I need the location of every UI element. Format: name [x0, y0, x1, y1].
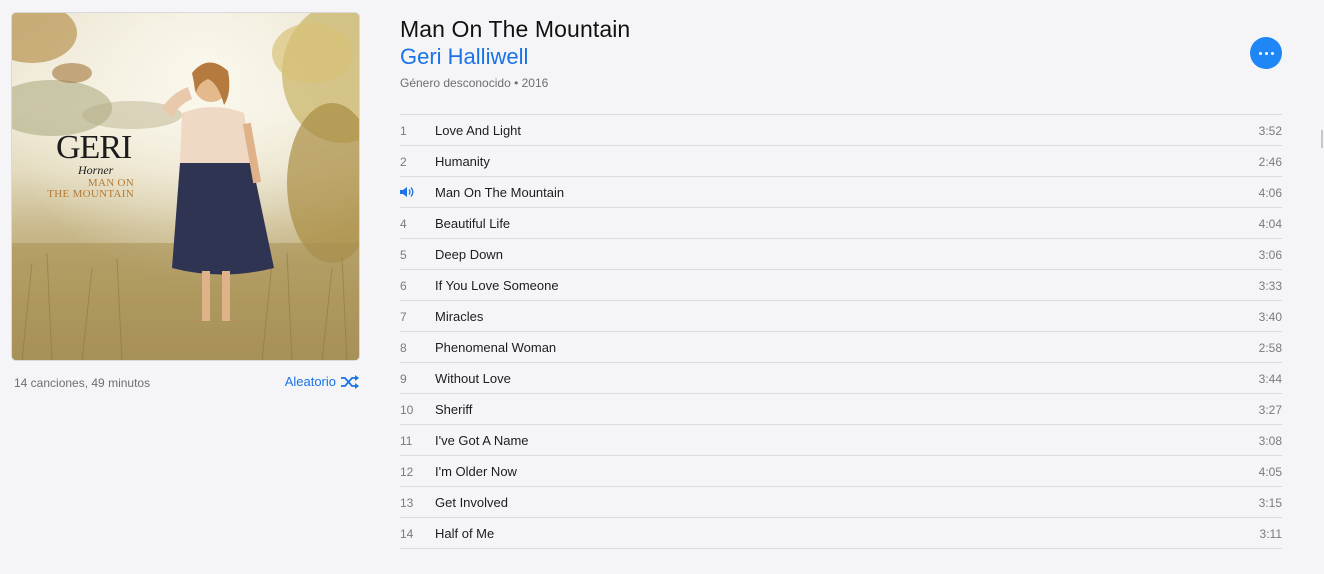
track-title: I'm Older Now [435, 464, 517, 479]
track-duration: 3:44 [1258, 372, 1282, 386]
album-page: GERI Horner MAN ON THE MOUNTAIN 14 canci… [0, 0, 1324, 574]
track-duration: 3:40 [1258, 310, 1282, 324]
track-number: 9 [400, 372, 407, 386]
track-duration: 3:27 [1258, 403, 1282, 417]
track-title: Deep Down [435, 247, 503, 262]
track-title: Without Love [435, 371, 511, 386]
track-number: 1 [400, 124, 407, 138]
track-title: Get Involved [435, 495, 508, 510]
more-options-icon [1258, 51, 1262, 55]
album-artwork[interactable]: GERI Horner MAN ON THE MOUNTAIN [11, 12, 360, 361]
track-title: Beautiful Life [435, 216, 511, 231]
more-options-button[interactable] [1250, 37, 1282, 69]
track-title: Sheriff [435, 402, 473, 417]
track-title: If You Love Someone [435, 278, 559, 293]
track-number: 7 [400, 310, 407, 324]
track-row[interactable]: Man On The Mountain 4:06 [400, 177, 1282, 208]
speaker-icon [400, 187, 414, 197]
track-number: 12 [400, 465, 414, 479]
track-row[interactable]: 1 Love And Light 3:52 [400, 115, 1282, 146]
track-count-summary: 14 canciones, 49 minutos [14, 376, 151, 390]
track-row[interactable]: 2 Humanity 2:46 [400, 146, 1282, 177]
more-options-dot [1264, 51, 1268, 55]
track-title: Phenomenal Woman [435, 340, 557, 355]
track-row[interactable]: 7 Miracles 3:40 [400, 301, 1282, 332]
artwork-logo-sub-2: THE MOUNTAIN [47, 188, 134, 200]
track-row[interactable]: 14 Half of Me 3:11 [400, 518, 1282, 549]
track-number: 6 [400, 279, 407, 293]
track-duration: 4:06 [1258, 186, 1282, 200]
track-duration: 3:08 [1258, 434, 1282, 448]
genre-year: Género desconocido • 2016 [400, 76, 549, 90]
track-number: 2 [400, 155, 407, 169]
track-row[interactable]: 8 Phenomenal Woman 2:58 [400, 332, 1282, 363]
track-duration: 3:06 [1258, 248, 1282, 262]
shuffle-button[interactable]: Aleatorio [285, 374, 360, 389]
track-title: Man On The Mountain [435, 185, 565, 200]
track-number: 4 [400, 217, 407, 231]
track-row[interactable]: 12 I'm Older Now 4:05 [400, 456, 1282, 487]
track-row[interactable]: 11 I've Got A Name 3:08 [400, 425, 1282, 456]
track-duration: 3:52 [1258, 124, 1282, 138]
track-title: Love And Light [435, 123, 522, 138]
track-title: Humanity [435, 154, 490, 169]
track-number: 5 [400, 248, 407, 262]
track-row[interactable]: 5 Deep Down 3:06 [400, 239, 1282, 270]
track-row[interactable]: 4 Beautiful Life 4:04 [400, 208, 1282, 239]
track-number: 14 [400, 527, 414, 541]
shuffle-label: Aleatorio [284, 374, 336, 389]
track-duration: 3:33 [1258, 279, 1282, 293]
track-duration: 4:04 [1258, 217, 1282, 231]
album-title: Man On The Mountain [400, 16, 631, 42]
shuffle-icon [341, 374, 359, 389]
track-title: Half of Me [435, 526, 495, 541]
track-row[interactable]: 9 Without Love 3:44 [400, 363, 1282, 394]
track-row[interactable]: 6 If You Love Someone 3:33 [400, 270, 1282, 301]
track-title: I've Got A Name [435, 433, 529, 448]
track-row[interactable]: 10 Sheriff 3:27 [400, 394, 1282, 425]
album-meta-row: 14 canciones, 49 minutos Aleatorio [14, 374, 360, 390]
scrollbar[interactable] [1321, 130, 1323, 148]
track-duration: 2:58 [1258, 341, 1282, 355]
artwork-logo-big: GERI [56, 129, 132, 166]
more-options-dot [1270, 51, 1274, 55]
track-duration: 3:15 [1258, 496, 1282, 510]
track-duration: 2:46 [1258, 155, 1282, 169]
track-number: 10 [400, 403, 414, 417]
track-number: 13 [400, 496, 414, 510]
track-list: 1 Love And Light 3:52 2 Humanity 2:46 Man On T… [400, 114, 1282, 549]
track-duration: 4:05 [1258, 465, 1282, 479]
artwork-logo: GERI Horner MAN ON THE MOUNTAIN [47, 129, 176, 200]
track-number: 8 [400, 341, 407, 355]
track-duration: 3:11 [1259, 527, 1282, 541]
artist-link[interactable]: Geri Halliwell [400, 44, 528, 70]
track-row[interactable]: 13 Get Involved 3:15 [400, 487, 1282, 518]
track-number: 11 [400, 434, 413, 448]
track-title: Miracles [435, 309, 484, 324]
